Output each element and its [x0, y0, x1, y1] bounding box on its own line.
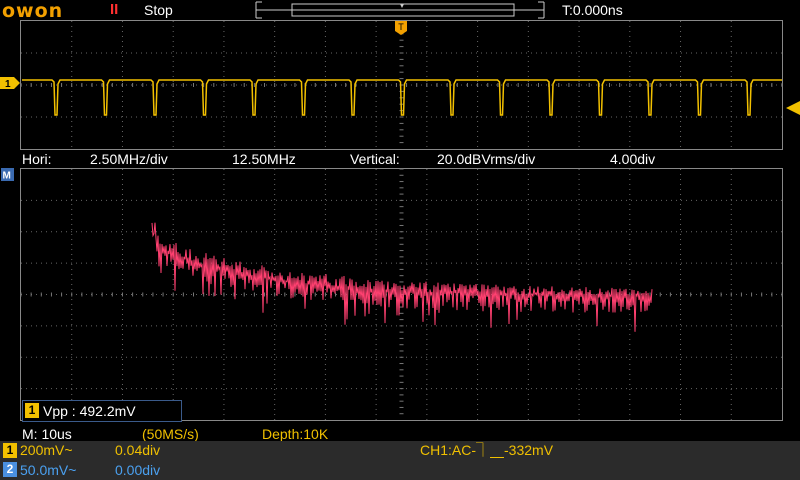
- memory-pointer-icon: [400, 4, 404, 8]
- svg-text:1: 1: [5, 79, 11, 90]
- fft-hori-scale: 2.50MHz/div: [90, 151, 168, 167]
- run-status: Stop: [144, 2, 173, 18]
- measurement-value: Vpp : 492.2mV: [43, 403, 136, 419]
- ch2-badge[interactable]: 2: [3, 462, 17, 477]
- time-offset: T:0.000ns: [562, 2, 623, 18]
- pause-icon: II: [110, 1, 119, 18]
- measurement-box[interactable]: 1 Vpp : 492.2mV: [22, 400, 182, 422]
- ch1-badge[interactable]: 1: [3, 443, 17, 458]
- measurement-channel-badge: 1: [25, 403, 39, 418]
- trigger-info[interactable]: CH1:AC-⏋⎽-332mV: [420, 441, 553, 459]
- svg-text:T: T: [398, 22, 404, 32]
- memory-position-bar[interactable]: [250, 0, 550, 22]
- fft-vert-label: Vertical:: [350, 151, 400, 167]
- ch2-volts-div[interactable]: 50.0mV~: [20, 461, 76, 479]
- fft-window[interactable]: M: [0, 168, 800, 422]
- fft-hori-label: Hori:: [22, 151, 52, 167]
- fft-hori-center: 12.50MHz: [232, 151, 296, 167]
- svg-text:M: M: [3, 171, 11, 182]
- fft-vert-scale: 20.0dBVrms/div: [437, 151, 536, 167]
- ch2-position: 0.00div: [115, 462, 161, 478]
- math-marker: M: [1, 168, 14, 182]
- brand-logo: owon: [2, 0, 64, 22]
- time-domain-window[interactable]: T 1: [0, 20, 800, 150]
- trigger-level-icon: [786, 101, 800, 115]
- ch1-volts-div[interactable]: 200mV~: [20, 441, 73, 459]
- ch1-position: 0.04div: [115, 442, 161, 458]
- fft-vert-position: 4.00div: [610, 151, 656, 167]
- ch1-level-marker: 1: [0, 77, 20, 90]
